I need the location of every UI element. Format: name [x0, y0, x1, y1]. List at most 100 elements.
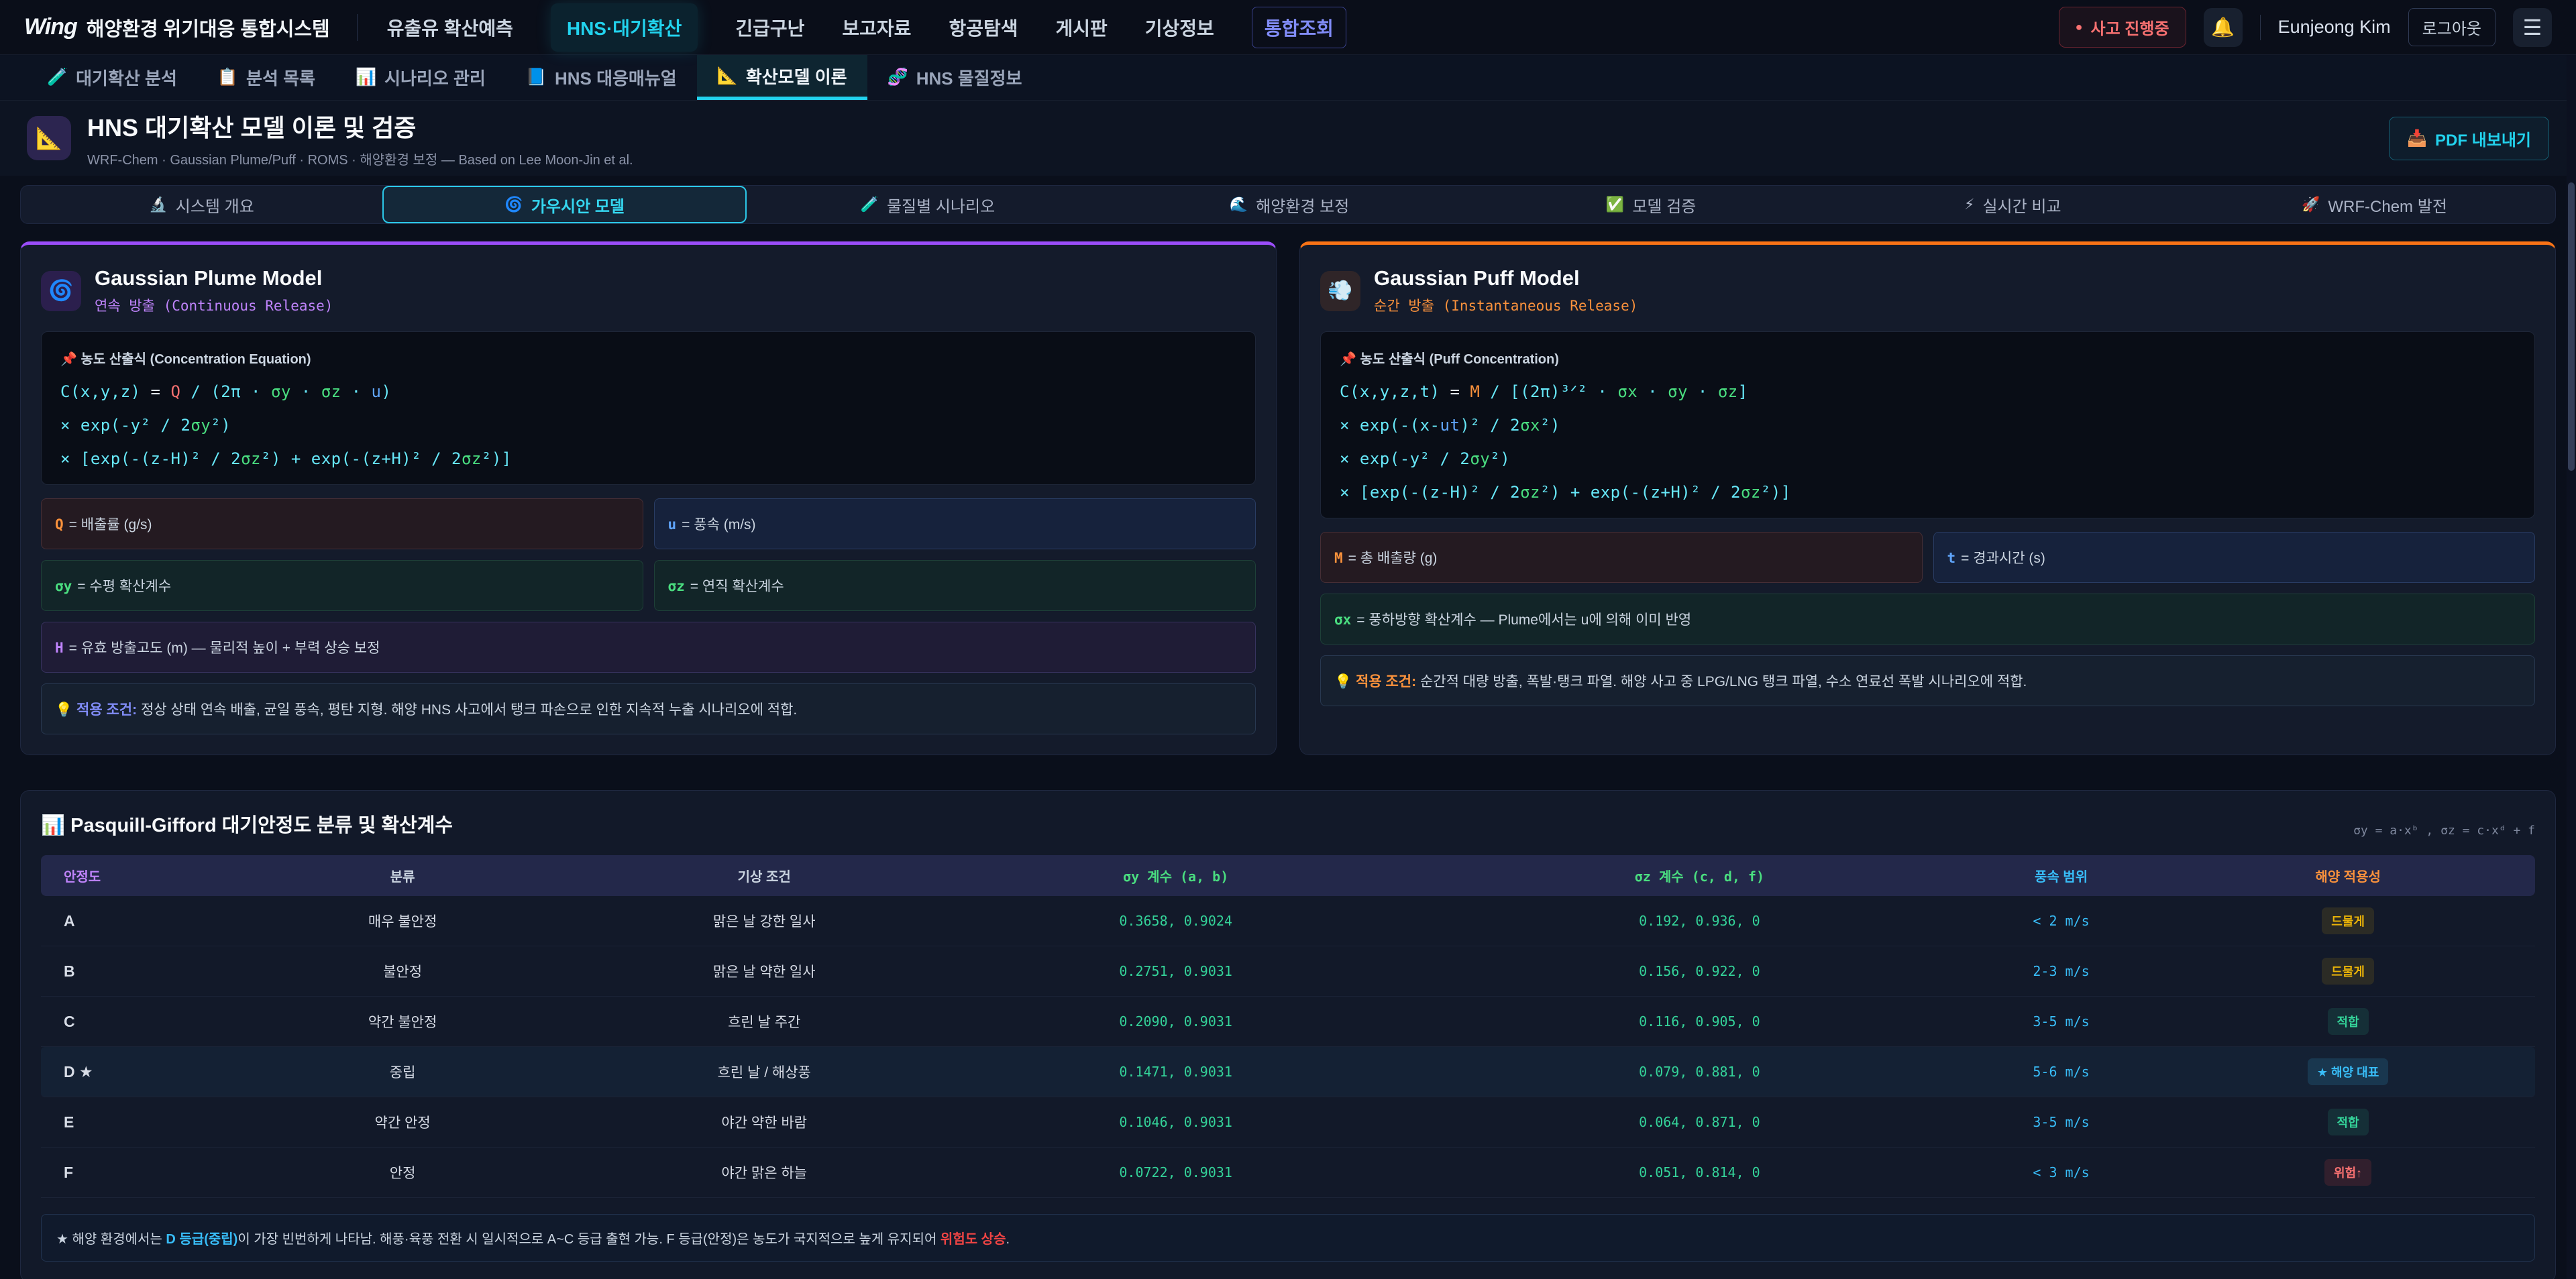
- table-row-A[interactable]: A 매우 불안정 맑은 날 강한 일사 0.3658, 0.9024 0.192…: [41, 896, 2535, 946]
- table-row-D-highlighted[interactable]: D ★ 중립 흐린 날 / 해상풍 0.1471, 0.9031 0.079, …: [41, 1047, 2535, 1097]
- sigma-y-cell: 0.2751, 0.9031: [914, 963, 1438, 979]
- wave-icon: 🌊: [1230, 196, 1248, 213]
- pdf-export-label: PDF 내보내기: [2435, 127, 2531, 150]
- class-cell: 약간 안정: [191, 1112, 614, 1132]
- sigma-y-cell: 0.1046, 0.9031: [914, 1114, 1438, 1130]
- col-sigma-z: σz 계수 (c, d, f): [1438, 866, 1962, 885]
- subnav-diffusion-analysis[interactable]: 🧪 대기확산 분석: [27, 55, 197, 100]
- table-header-row: 안정도 분류 기상 조건 σy 계수 (a, b) σz 계수 (c, d, f…: [41, 855, 2535, 896]
- formula-seg: σy: [191, 416, 211, 435]
- nav-item-oil-spill[interactable]: 유출유 확산예측: [387, 14, 513, 41]
- param-symbol: t: [1947, 550, 1956, 566]
- inbox-tray-icon: 📥: [2407, 129, 2427, 148]
- page-icon-badge: 📐: [27, 116, 71, 160]
- formula-seg: ²): [1540, 416, 1560, 435]
- subnav-label: 확산모델 이론: [746, 64, 847, 89]
- formula-seg: σy: [1668, 382, 1688, 401]
- table-footnote: ★ 해양 환경에서는 D 등급(중립)이 가장 빈번하게 나타남. 해풍·육풍 …: [41, 1214, 2535, 1262]
- subnav-hns-substance-info[interactable]: 🧬 HNS 물질정보: [867, 55, 1042, 100]
- tab-realtime-comparison[interactable]: ⚡ 실시간 비교: [1832, 186, 2194, 223]
- formula-seg: ²)]: [1761, 483, 1791, 502]
- tab-label: 시스템 개요: [176, 193, 254, 217]
- tab-marine-correction[interactable]: 🌊 해양환경 보정: [1108, 186, 1470, 223]
- sigma-z-cell: 0.192, 0.936, 0: [1438, 913, 1962, 929]
- pasquill-gifford-section: 📊 Pasquill-Gifford 대기안정도 분류 및 확산계수 σy = …: [20, 790, 2556, 1279]
- formula-seg: σz: [1741, 483, 1761, 502]
- tab-wrf-chem[interactable]: 🚀 WRF-Chem 발전: [2194, 186, 2555, 223]
- nav-item-aerial-search[interactable]: 항공탐색: [949, 14, 1018, 41]
- footnote-d-grade: D 등급(중립): [166, 1232, 237, 1247]
- top-navigation: Wing 해양환경 위기대응 통합시스템 유출유 확산예측 HNS·대기확산 긴…: [0, 0, 2576, 55]
- pdf-export-button[interactable]: 📥 PDF 내보내기: [2389, 117, 2549, 160]
- subnav-model-theory[interactable]: 📐 확산모델 이론: [697, 55, 867, 100]
- subnav-analysis-list[interactable]: 📋 분석 목록: [197, 55, 335, 100]
- formula-seg: =: [141, 382, 171, 401]
- tab-label: 모델 검증: [1632, 193, 1696, 217]
- nav-item-integrated-search[interactable]: 통합조회: [1252, 7, 1346, 48]
- sigma-y-cell: 0.2090, 0.9031: [914, 1013, 1438, 1030]
- notification-bell-button[interactable]: 🔔: [2204, 8, 2243, 47]
- page-header: 📐 HNS 대기확산 모델 이론 및 검증 WRF-Chem · Gaussia…: [0, 101, 2576, 176]
- scrollbar-thumb[interactable]: [2568, 182, 2575, 471]
- applicability-badge: 적합: [2328, 1008, 2369, 1035]
- tab-system-overview[interactable]: 🔬 시스템 개요: [21, 186, 382, 223]
- formula-seg: ]: [1738, 382, 1748, 401]
- class-cell: 중립: [191, 1062, 614, 1082]
- nav-item-board[interactable]: 게시판: [1055, 14, 1107, 41]
- badge-cell: 드물게: [2161, 958, 2535, 985]
- param-desc: = 수평 확산계수: [77, 579, 171, 594]
- logout-button[interactable]: 로그아웃: [2408, 8, 2496, 46]
- formula-seg: C(x,y,z,t): [1340, 382, 1440, 401]
- page-subtitle: WRF-Chem · Gaussian Plume/Puff · ROMS · …: [87, 149, 633, 168]
- wind-cell: 5-6 m/s: [1962, 1064, 2161, 1080]
- tab-substance-scenarios[interactable]: 🧪 물질별 시나리오: [747, 186, 1108, 223]
- nav-item-weather[interactable]: 기상정보: [1145, 14, 1214, 41]
- puff-formula-line-2: × exp(-(x-ut)² / 2σx²): [1340, 416, 2516, 435]
- note-text: 정상 상태 연속 배출, 균일 풍속, 평탄 지형. 해양 HNS 사고에서 탱…: [137, 702, 797, 718]
- sigma-y-cell: 0.1471, 0.9031: [914, 1064, 1438, 1080]
- applicability-badge: 드물게: [2322, 907, 2374, 934]
- bar-chart-icon: 📊: [356, 68, 376, 87]
- sigma-z-cell: 0.051, 0.814, 0: [1438, 1164, 1962, 1180]
- subnav-scenario-management[interactable]: 📊 시나리오 관리: [335, 55, 506, 100]
- menu-button[interactable]: ☰: [2513, 8, 2552, 47]
- wind-cell: < 2 m/s: [1962, 913, 2161, 929]
- sub-navigation: 🧪 대기확산 분석 📋 분석 목록 📊 시나리오 관리 📘 HNS 대응매뉴얼 …: [0, 55, 2576, 101]
- formula-seg: × [exp(-(z-H)² / 2: [1340, 483, 1520, 502]
- formula-seg: σz: [241, 449, 261, 468]
- param-symbol: M: [1334, 550, 1343, 566]
- tab-gaussian-model[interactable]: 🌀 가우시안 모델: [382, 186, 747, 223]
- note-text: 순간적 대량 방출, 폭발·탱크 파열. 해양 사고 중 LPG/LNG 탱크 …: [1416, 674, 2027, 689]
- incident-status-badge[interactable]: ● 사고 진행중: [2059, 7, 2186, 48]
- nav-item-hns-diffusion[interactable]: HNS·대기확산: [551, 3, 698, 52]
- param-sigma-z: σz= 연직 확산계수: [654, 560, 1256, 611]
- table-row-C[interactable]: C 약간 불안정 흐린 날 주간 0.2090, 0.9031 0.116, 0…: [41, 997, 2535, 1047]
- footnote-risk: 위험도 상승: [941, 1232, 1006, 1247]
- gaussian-puff-card: 💨 Gaussian Puff Model 순간 방출 (Instantaneo…: [1299, 241, 2556, 755]
- formula-seg: × exp(-(x-: [1340, 416, 1440, 435]
- app-logo: Wing: [24, 14, 77, 40]
- param-Q: Q= 배출률 (g/s): [41, 498, 643, 549]
- formula-seg: σz: [1520, 483, 1540, 502]
- formula-seg: / [(2π)³ᐟ² ·: [1480, 382, 1617, 401]
- footnote-text: ★ 해양 환경에서는: [56, 1232, 166, 1247]
- table-row-E[interactable]: E 약간 안정 야간 약한 바람 0.1046, 0.9031 0.064, 0…: [41, 1097, 2535, 1148]
- subnav-hns-manual[interactable]: 📘 HNS 대응매뉴얼: [506, 55, 697, 100]
- wind-cell: 3-5 m/s: [1962, 1013, 2161, 1030]
- sigma-z-cell: 0.064, 0.871, 0: [1438, 1114, 1962, 1130]
- tab-model-validation[interactable]: ✅ 모델 검증: [1470, 186, 1832, 223]
- table-row-B[interactable]: B 불안정 맑은 날 약한 일사 0.2751, 0.9031 0.156, 0…: [41, 946, 2535, 997]
- weather-cell: 흐린 날 주간: [614, 1011, 914, 1032]
- nav-item-reports[interactable]: 보고자료: [842, 14, 911, 41]
- puff-params: M= 총 배출량 (g) t= 경과시간 (s) σx= 풍하방향 확산계수 —…: [1320, 532, 2535, 706]
- param-symbol: σx: [1334, 612, 1351, 628]
- nav-item-emergency[interactable]: 긴급구난: [735, 14, 804, 41]
- sigma-z-cell: 0.116, 0.905, 0: [1438, 1013, 1962, 1030]
- col-wind-range: 풍속 범위: [1962, 866, 2161, 885]
- badge-cell: ★ 해양 대표: [2161, 1058, 2535, 1085]
- param-symbol: σz: [668, 578, 685, 594]
- table-row-F[interactable]: F 안정 야간 맑은 하늘 0.0722, 0.9031 0.051, 0.81…: [41, 1148, 2535, 1198]
- formula-seg: =: [1440, 382, 1470, 401]
- page-scrollbar[interactable]: [2567, 55, 2576, 1279]
- plume-apply-note: 💡 적용 조건: 정상 상태 연속 배출, 균일 풍속, 평탄 지형. 해양 H…: [41, 683, 1256, 734]
